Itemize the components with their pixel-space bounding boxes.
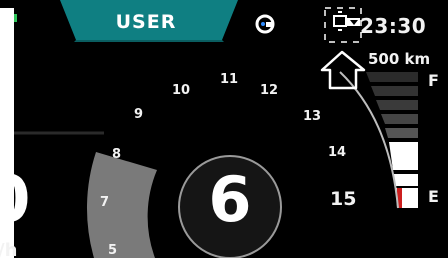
fuel-empty-label: E (428, 187, 439, 206)
fuel-bar (385, 128, 418, 138)
tach-tick-label-redline: 15 (330, 188, 357, 210)
fuel-full-label: F (428, 71, 439, 90)
instrument-cluster-screen: USER 23:30 500 km F E 5 7 8 9 10 11 12 1… (0, 0, 448, 258)
fuel-bar (371, 86, 418, 96)
speed-unit: /h (0, 240, 18, 258)
tach-tick-label: 14 (328, 145, 347, 160)
tach-tick-label: 7 (100, 195, 110, 210)
speed-value: 0 (0, 163, 31, 237)
tach-tick-label: 9 (134, 107, 144, 122)
tach-band (86, 152, 157, 258)
tach-tick-label: 10 (172, 83, 191, 98)
gear-indicator-value: 6 (208, 163, 252, 236)
tach-tick-label: 8 (112, 147, 122, 162)
tach-tick-label: 13 (303, 109, 322, 124)
tach-tick-label: 11 (220, 72, 239, 87)
fuel-bar (381, 114, 418, 124)
mode-tab-shadow (74, 40, 224, 42)
fuel-bar (376, 100, 418, 110)
tach-tick-label: 5 (108, 243, 118, 258)
fuel-bar (366, 72, 418, 82)
tach-tick-label: 12 (260, 83, 279, 98)
range-readout: 500 km (368, 50, 431, 68)
clock-time: 23:30 (360, 14, 427, 38)
drive-mode-label: USER (115, 11, 177, 33)
fuel-bar (393, 174, 418, 186)
left-indicator-mark (14, 14, 17, 22)
fuel-bar (389, 142, 418, 170)
